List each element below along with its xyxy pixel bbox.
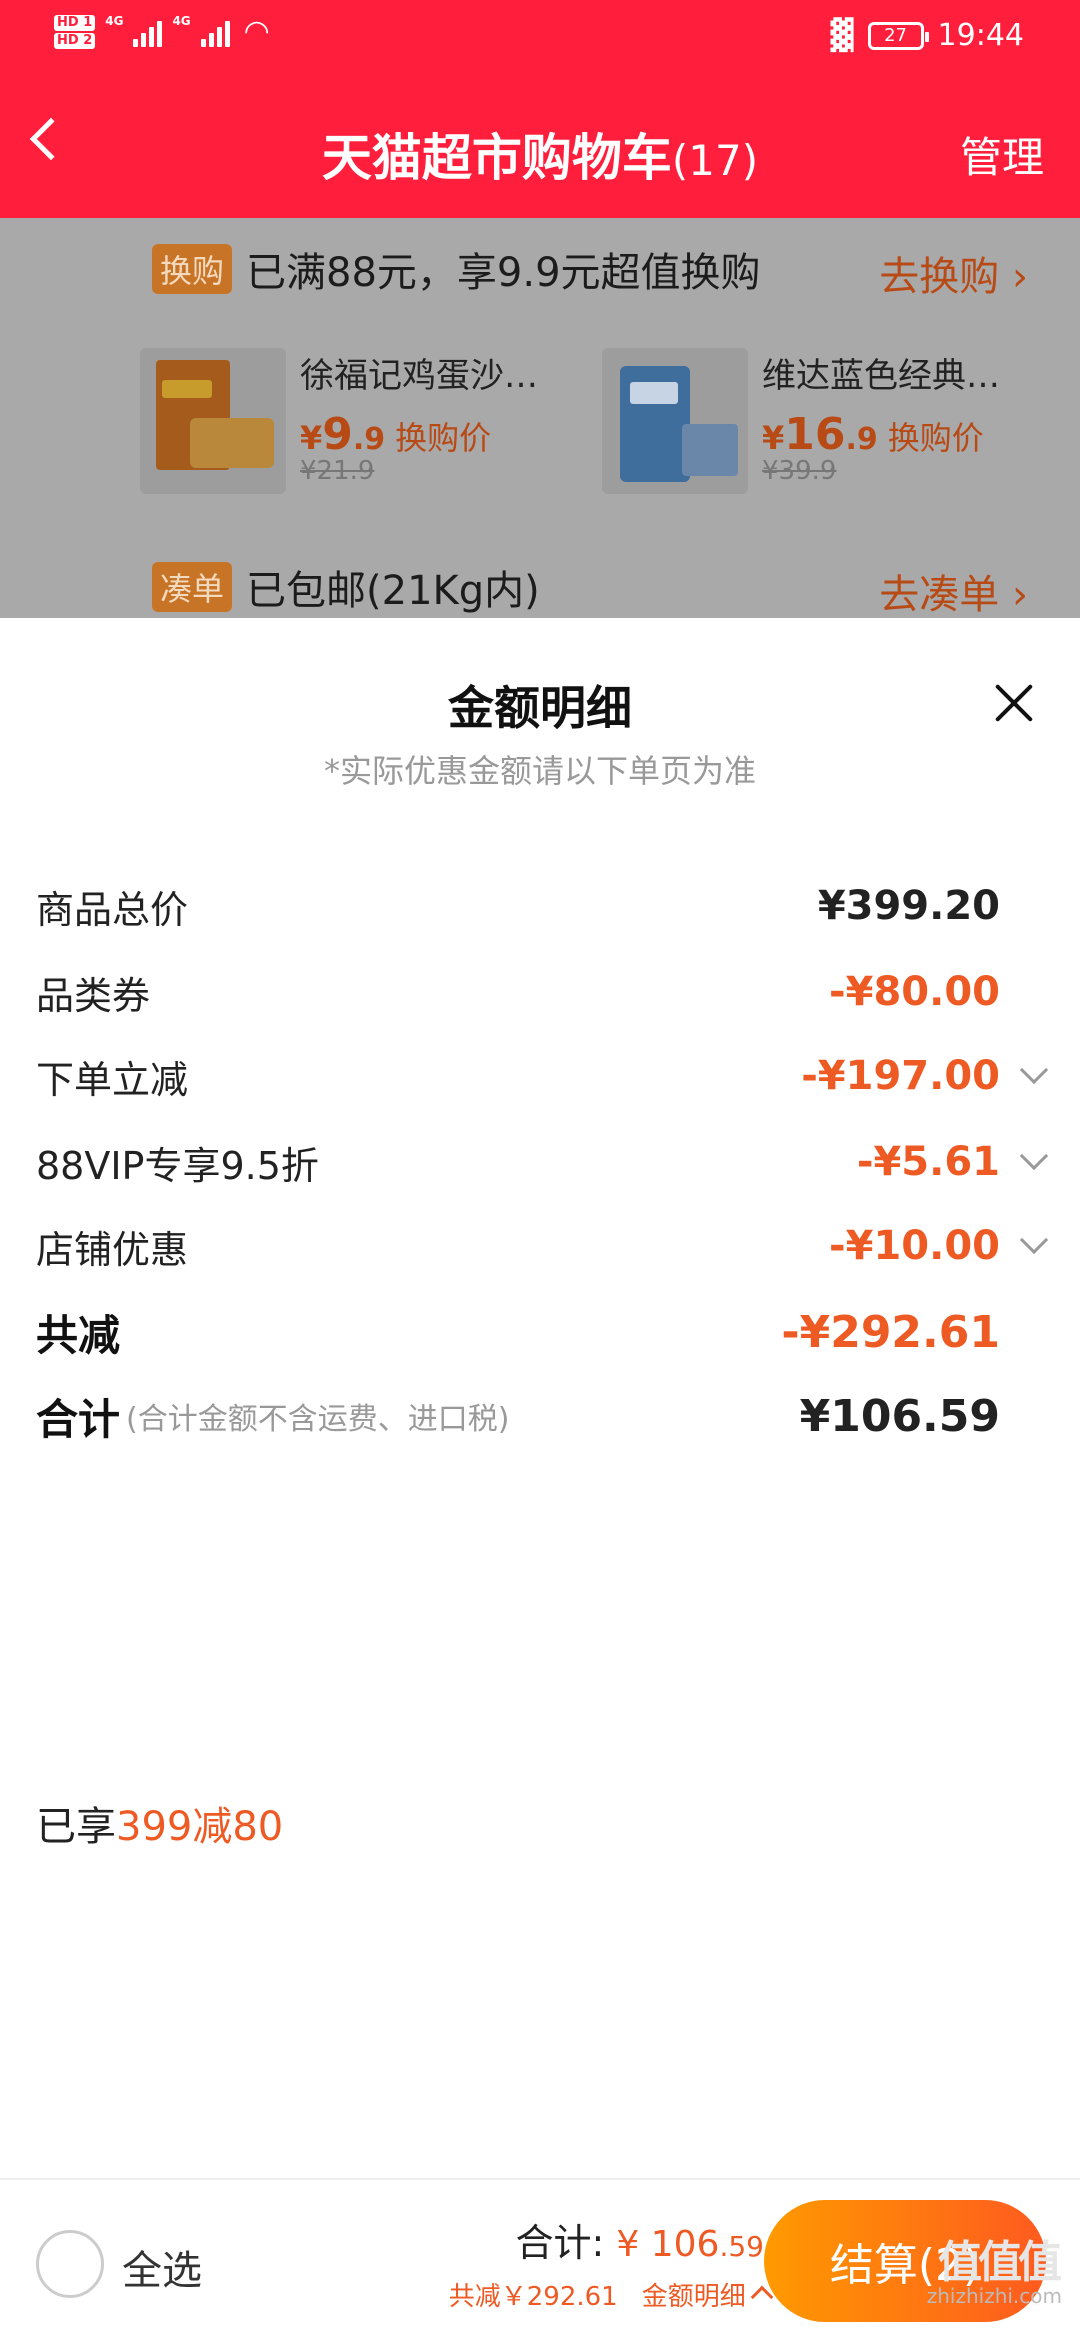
row-label: 88VIP专享9.5折 [36,1143,319,1188]
swap-product-card[interactable]: 维达蓝色经典… ¥16.9 换购价 ¥39.9 [602,348,1032,494]
price-int: 9 [322,409,353,460]
detail-row-88vip[interactable]: 88VIP专享9.5折 -¥5.61 [36,1132,1049,1192]
swap-promo-row: 换购 已满88元，享9.9元超值换购 [152,240,761,298]
checkout-bar: 全选 合计: ¥ 106.59 共减￥292.61 金额明细 结算(2) [0,2178,1080,2340]
price-dec: .9 [352,422,386,457]
price-int: 16 [784,409,846,460]
select-all-checkbox[interactable] [36,2230,104,2298]
network-type-1: 4G [105,14,124,28]
row-label: 合计 [36,1394,121,1444]
signal-group: HD 1 HD 2 4G 4G ◠ [54,14,270,49]
original-price: ¥21.9 [300,456,375,486]
network-type-2: 4G [172,14,191,28]
row-value: -¥197.00 [801,1053,1000,1099]
row-value: ¥106.59 [799,1390,1000,1442]
total-price: 合计: ¥ 106.59 [515,2212,764,2267]
detail-row-category-coupon: 品类券 -¥80.00 [36,962,1044,1022]
product-thumbnail [602,348,748,494]
price-currency: ¥ [762,419,785,457]
total-amount: ¥ 106.59 [616,2224,764,2265]
bundle-promo-row: 凑单 已包邮(21Kg内) [152,558,540,616]
detail-row-order-discount[interactable]: 下单立减 -¥197.00 [36,1046,1049,1106]
signal-strength-icon [133,17,163,47]
swap-product-card[interactable]: 徐福记鸡蛋沙… ¥9.9 换购价 ¥21.9 [140,348,570,494]
select-all-label[interactable]: 全选 [122,2238,202,2296]
row-value: -¥80.00 [829,969,1000,1015]
vibrate-icon: ▓ [830,18,854,53]
chevron-down-icon[interactable] [1019,1141,1049,1171]
row-label: 商品总价 [36,887,189,932]
hd1-badge: HD 1 [54,14,96,31]
row-value: ¥399.20 [817,883,1000,929]
product-thumbnail [140,348,286,494]
price-label: 换购价 [887,419,984,457]
product-info: 维达蓝色经典… ¥16.9 换购价 ¥39.9 [762,348,1032,494]
header-bar: HD 1 HD 2 4G 4G ◠ ▓ 27 19:44 天猫超市购物车(17)… [0,0,1080,218]
signal-strength-2-icon [200,17,230,47]
total-int: 106 [650,2224,720,2265]
detail-row-goods-total: 商品总价 ¥399.20 [36,876,1044,936]
total-dec: .59 [719,2230,764,2263]
cart-count: (17) [671,136,759,185]
saved-summary: 共减￥292.61 金额明细 [448,2276,774,2313]
chevron-down-icon[interactable] [1019,1055,1049,1085]
battery-level: 27 [884,25,907,46]
product-info: 徐福记鸡蛋沙… ¥9.9 换购价 ¥21.9 [300,348,570,494]
close-icon[interactable] [992,680,1036,724]
price-label: 换购价 [395,419,492,457]
product-price: ¥9.9 换购价 [300,409,570,460]
saved-amount: 共减￥292.61 [448,2282,618,2312]
manage-button[interactable]: 管理 [960,124,1044,185]
row-value: -¥5.61 [856,1139,1000,1185]
row-label: 店铺优惠 [36,1227,189,1272]
enjoyed-promo: 已享399减80 [36,1794,283,1852]
enjoyed-highlight: 399减80 [116,1804,284,1850]
amount-detail-label: 金额明细 [641,2282,746,2312]
product-name: 徐福记鸡蛋沙… [300,356,538,396]
total-currency: ¥ [616,2224,640,2265]
status-right: ▓ 27 19:44 [830,18,1024,53]
amount-detail-sheet: 金额明细 *实际优惠金额请以下单页为准 商品总价 ¥399.20 品类券 -¥8… [0,618,1080,2178]
row-label: 共减 [36,1310,121,1360]
detail-row-shop-discount[interactable]: 店铺优惠 -¥10.00 [36,1216,1049,1276]
original-price: ¥39.9 [762,456,837,486]
page-title: 天猫超市购物车(17) [0,118,1080,190]
hd-indicator: HD 1 HD 2 [54,14,96,49]
amount-detail-link[interactable]: 金额明细 [641,2276,774,2313]
watermark-logo: 值值值 [938,2237,1062,2288]
row-label: 下单立减 [36,1057,189,1102]
sheet-subtitle: *实际优惠金额请以下单页为准 [323,752,756,790]
bundle-text: 已包邮(21Kg内) [246,568,540,614]
total-label: 合计: [515,2221,605,2265]
clock: 19:44 [937,18,1024,53]
row-label: 品类券 [36,973,151,1018]
watermark-url: zhizhizhi.com [926,2284,1062,2308]
product-price: ¥16.9 换购价 [762,409,1032,460]
detail-row-sum: 合计 (合计金额不含运费、进口税) ¥106.59 [36,1386,1044,1446]
page-title-text: 天猫超市购物车 [321,129,672,187]
detail-row-total-saved: 共减 -¥292.61 [36,1302,1044,1362]
hd2-badge: HD 2 [54,32,96,49]
price-dec: .9 [845,422,878,457]
enjoyed-prefix: 已享 [36,1804,116,1850]
sheet-title: 金额明细 [448,681,632,735]
wifi-icon: ◠ [243,14,270,49]
go-swap-link[interactable]: 去换购 › [879,244,1028,302]
dimmed-promo-area: 换购 已满88元，享9.9元超值换购 去换购 › 徐福记鸡蛋沙… ¥9.9 换购价… [0,218,1080,618]
bundle-tag: 凑单 [152,562,233,612]
go-bundle-link[interactable]: 去凑单 › [879,562,1028,620]
swap-text: 已满88元，享9.9元超值换购 [246,250,761,296]
product-name: 维达蓝色经典… [762,356,1000,396]
battery-icon: 27 [867,21,929,50]
row-value: -¥292.61 [781,1306,1000,1358]
chevron-down-icon[interactable] [1019,1225,1049,1255]
row-note: (合计金额不含运费、进口税) [126,1402,510,1437]
status-bar: HD 1 HD 2 4G 4G ◠ ▓ 27 19:44 [0,0,1080,76]
row-value: -¥10.00 [829,1223,1000,1269]
swap-tag: 换购 [152,244,233,294]
price-currency: ¥ [300,419,323,457]
